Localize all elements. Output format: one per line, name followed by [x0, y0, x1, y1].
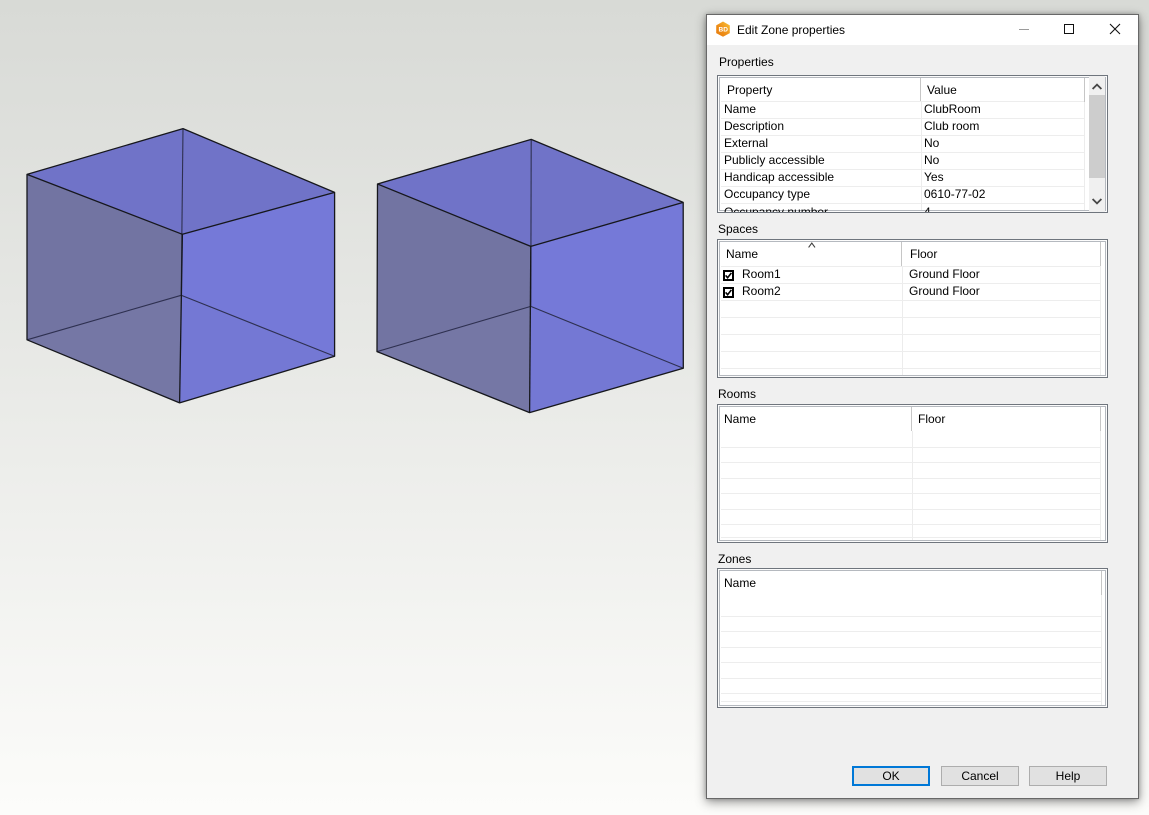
svg-text:BD: BD: [719, 27, 729, 34]
